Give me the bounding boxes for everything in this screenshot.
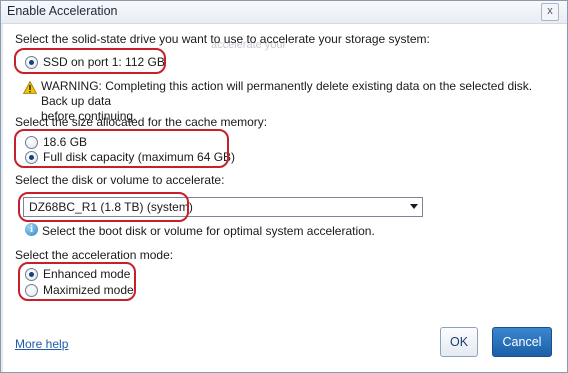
window-title: Enable Acceleration — [7, 4, 118, 18]
warning-icon — [23, 81, 37, 94]
ssd-heading: Select the solid-state drive you want to… — [15, 32, 430, 46]
title-bar: Enable Acceleration x — [1, 1, 567, 24]
highlight-mode — [18, 262, 136, 301]
cancel-button[interactable]: Cancel — [492, 327, 552, 357]
window-edge — [1, 24, 3, 372]
chevron-down-icon[interactable] — [410, 204, 418, 209]
more-help-link[interactable]: More help — [15, 337, 68, 351]
info-icon: i — [25, 223, 38, 236]
highlight-ssd — [14, 48, 166, 74]
enable-acceleration-dialog: Enable Acceleration x accelerate your Se… — [0, 0, 568, 373]
highlight-volume — [18, 192, 189, 222]
volume-hint: Select the boot disk or volume for optim… — [42, 224, 375, 238]
cache-heading: Select the size allocated for the cache … — [15, 115, 268, 129]
mode-heading: Select the acceleration mode: — [15, 248, 174, 262]
volume-heading: Select the disk or volume to accelerate: — [15, 173, 225, 187]
close-icon[interactable]: x — [541, 3, 559, 21]
highlight-cache — [14, 129, 229, 168]
ok-button[interactable]: OK — [440, 327, 478, 357]
warning-line-1: WARNING: Completing this action will per… — [41, 79, 533, 108]
